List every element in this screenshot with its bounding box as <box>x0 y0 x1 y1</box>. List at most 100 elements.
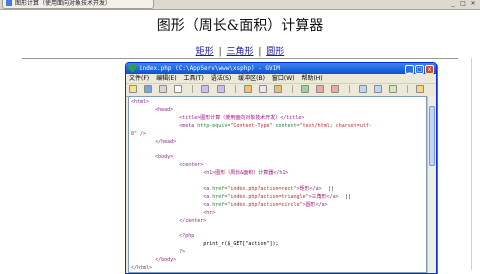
code-token: </a> <box>309 185 322 192</box>
menu-window[interactable]: 窗口(W) <box>272 75 295 82</box>
code-line: <a href="index.php?action=circle">圆形</a> <box>131 201 327 209</box>
scrollbar-thumb[interactable] <box>429 106 435 166</box>
find-prev-icon[interactable] <box>331 85 340 93</box>
undo-icon[interactable] <box>201 85 210 93</box>
code-token: href= <box>212 185 228 192</box>
code-token: <?php <box>179 233 195 240</box>
find-replace-icon[interactable] <box>301 85 310 93</box>
code-token: ?> <box>179 249 186 256</box>
code-token: </h1> <box>273 170 289 177</box>
toolbar-divider <box>349 85 351 93</box>
code-line: <a href="index.php?action=triangle">三角形<… <box>131 194 351 201</box>
code-token: 图形（周长&面积）计算器 <box>215 170 274 177</box>
gvim-titlebar[interactable]: index.php (C:\AppServ\www\xsphp) - GVIM … <box>126 63 436 74</box>
code-token: 图形计算（使用面向对象技术开发） <box>200 114 281 121</box>
code-line: </html> <box>131 265 152 272</box>
gvim-window: index.php (C:\AppServ\www\xsphp) - GVIM … <box>125 62 437 274</box>
save-session-icon[interactable] <box>373 85 382 93</box>
code-line: <meta http-equiv="Content-Type" content=… <box>131 123 372 130</box>
code-token: "index.php?action=triangle" <box>227 193 309 200</box>
paste-icon[interactable] <box>273 85 282 93</box>
code-token: href= <box>212 201 228 208</box>
code-token: <body> <box>155 154 174 161</box>
copy-icon[interactable] <box>258 85 267 93</box>
code-token: "index.php?action=rect" <box>227 185 297 192</box>
vertical-scrollbar[interactable] <box>427 96 436 273</box>
page-edge <box>471 58 472 270</box>
code-token: </center> <box>179 217 207 224</box>
page-heading: 图形（周长&面积）计算器 <box>156 18 324 34</box>
redo-icon[interactable] <box>216 85 225 93</box>
page-favicon-icon <box>6 0 12 6</box>
code-token: print_r($_GET["action"]); <box>131 241 279 248</box>
open-icon[interactable] <box>129 85 137 93</box>
menu-edit[interactable]: 编辑(E) <box>156 75 176 82</box>
code-token: 8" <box>131 130 141 137</box>
rect-link[interactable]: 矩形 <box>196 47 214 57</box>
code-token: || <box>338 193 351 200</box>
make-icon[interactable] <box>415 85 424 93</box>
menu-buffers[interactable]: 缓冲区(B) <box>238 75 265 82</box>
code-token: /> <box>140 130 147 137</box>
link-separator: | <box>218 47 222 57</box>
code-token: 三角形 <box>311 193 327 200</box>
code-line: </body> <box>131 257 176 264</box>
save-all-icon[interactable] <box>159 85 168 93</box>
code-token: </body> <box>155 257 177 263</box>
menu-tools[interactable]: 工具(T) <box>183 75 203 82</box>
code-line: <body> <box>131 154 173 161</box>
code-line: </center> <box>131 218 206 225</box>
cut-icon[interactable] <box>243 85 252 93</box>
code-line: 8" /> <box>131 131 146 138</box>
toolbar-divider <box>192 85 194 93</box>
code-line: ?> <box>131 249 185 256</box>
save-icon[interactable] <box>144 85 153 93</box>
code-line: <h1>图形（周长&面积）计算器</h1> <box>131 170 288 177</box>
code-line: </head> <box>131 139 176 146</box>
maximize-icon[interactable]: □ <box>458 0 468 8</box>
menu-help[interactable]: 帮助(H) <box>301 75 322 82</box>
run-script-icon[interactable] <box>388 85 397 93</box>
code-token: <a <box>203 201 213 208</box>
code-editor[interactable]: <html> <head> <title>图形计算（使用面向对象技术开发）</t… <box>128 96 427 273</box>
triangle-link[interactable]: 三角形 <box>226 47 253 57</box>
toolbar-divider <box>406 85 408 93</box>
code-token: <html> <box>131 99 150 105</box>
code-line: <hr> <box>131 210 215 217</box>
code-line: <?php <box>131 233 194 240</box>
code-token: <a <box>203 185 213 192</box>
code-token: <hr> <box>203 209 216 216</box>
gvim-minimize-button[interactable]: _ <box>405 65 414 74</box>
browser-tab[interactable]: 图形计算（使用面向对象技术开发） <box>2 0 154 9</box>
toolbar-divider <box>292 85 294 93</box>
code-line: print_r($_GET["action"]); <box>131 241 279 248</box>
close-icon[interactable]: ✕ <box>468 0 478 8</box>
gvim-title: index.php (C:\AppServ\www\xsphp) - GVIM <box>139 65 280 72</box>
circle-link[interactable]: 圆形 <box>266 47 284 57</box>
gvim-close-button[interactable]: x <box>425 65 434 74</box>
toolbar-divider <box>234 85 236 93</box>
code-token: "index.php?action=circle" <box>227 201 303 208</box>
gvim-menubar: 文件(F) 编辑(E) 工具(T) 语法(S) 缓冲区(B) 窗口(W) 帮助(… <box>126 74 436 84</box>
code-token: content= <box>275 122 300 129</box>
minimize-icon[interactable]: _ <box>448 0 458 8</box>
code-line: <a href="index.php?action=rect">矩形</a> |… <box>131 185 333 193</box>
find-next-icon[interactable] <box>316 85 325 93</box>
load-session-icon[interactable] <box>358 85 367 93</box>
code-token: http-equiv= <box>197 122 231 129</box>
print-icon[interactable] <box>174 85 183 93</box>
menu-file[interactable]: 文件(F) <box>129 75 149 82</box>
menu-syntax[interactable]: 语法(S) <box>211 75 232 82</box>
code-token: <center> <box>179 162 204 169</box>
horizontal-rule <box>22 58 458 59</box>
gvim-maximize-button[interactable]: □ <box>415 65 424 74</box>
gvim-window-controls: _ □ x <box>404 64 434 75</box>
